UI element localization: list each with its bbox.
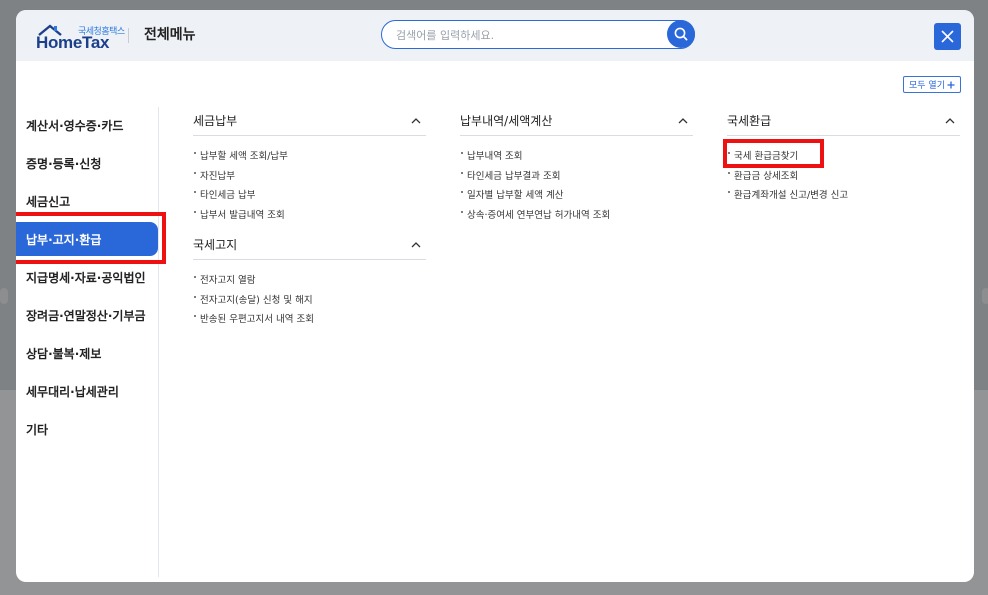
nav-item-consult-appeal-report[interactable]: 상담·불복·제보 bbox=[16, 334, 159, 372]
close-button[interactable] bbox=[934, 23, 961, 50]
highlight-nav-payment-notice-refund bbox=[16, 212, 166, 264]
menu-column-2: 납부내역/세액계산 납부내역 조회 타인세금 납부결과 조회 일자별 납부할 세… bbox=[460, 106, 693, 230]
chevron-up-icon bbox=[945, 117, 955, 123]
search-box bbox=[381, 20, 695, 49]
menu-link[interactable]: 전자고지 열람 bbox=[193, 272, 426, 292]
menu-link[interactable]: 상속·증여세 연부연납 허가내역 조회 bbox=[460, 207, 693, 227]
section-list: 납부할 세액 조회/납부 자진납부 타인세금 납부 납부서 발급내역 조회 bbox=[193, 136, 426, 230]
menu-link[interactable]: 일자별 납부할 세액 계산 bbox=[460, 187, 693, 207]
section-header-tax-notice[interactable]: 국세고지 bbox=[193, 230, 426, 260]
nav-item-etc[interactable]: 기타 bbox=[16, 410, 159, 448]
nav-item-certificate-registration[interactable]: 증명·등록·신청 bbox=[16, 144, 159, 182]
menu-link[interactable]: 타인세금 납부 bbox=[193, 187, 426, 207]
expand-all-button[interactable]: 모두 열기 bbox=[903, 76, 961, 93]
section-list: 납부내역 조회 타인세금 납부결과 조회 일자별 납부할 세액 계산 상속·증여… bbox=[460, 136, 693, 230]
all-menu-modal: 국세청홈택스 HomeTax 전체메뉴 모두 열기 계산 bbox=[16, 10, 974, 582]
left-nav-divider bbox=[158, 107, 159, 577]
section-header-tax-refund[interactable]: 국세환급 bbox=[727, 106, 960, 136]
section-title: 국세환급 bbox=[727, 114, 772, 128]
section-title: 납부내역/세액계산 bbox=[460, 114, 553, 128]
menu-link[interactable]: 납부할 세액 조회/납부 bbox=[193, 148, 426, 168]
nav-item-incentive-year-end[interactable]: 장려금·연말정산·기부금 bbox=[16, 296, 159, 334]
chevron-up-icon bbox=[411, 117, 421, 123]
menu-link[interactable]: 타인세금 납부결과 조회 bbox=[460, 168, 693, 188]
nav-item-tax-agent[interactable]: 세무대리·납세관리 bbox=[16, 372, 159, 410]
hometax-logo[interactable]: 국세청홈택스 HomeTax bbox=[36, 24, 128, 52]
menu-link[interactable]: 반송된 우편고지서 내역 조회 bbox=[193, 311, 426, 331]
section-title: 세금납부 bbox=[193, 114, 238, 128]
section-header-payment-history[interactable]: 납부내역/세액계산 bbox=[460, 106, 693, 136]
section-title: 국세고지 bbox=[193, 238, 238, 252]
carousel-prev-dot bbox=[0, 288, 8, 304]
page-title: 전체메뉴 bbox=[144, 27, 196, 43]
carousel-next-dot bbox=[982, 288, 988, 304]
logo-text: HomeTax bbox=[36, 33, 110, 52]
menu-link[interactable]: 환급계좌개설 신고/변경 신고 bbox=[727, 187, 960, 207]
menu-link[interactable]: 납부내역 조회 bbox=[460, 148, 693, 168]
search-input[interactable] bbox=[396, 26, 666, 44]
menu-link[interactable]: 납부서 발급내역 조회 bbox=[193, 207, 426, 227]
close-icon bbox=[941, 30, 954, 43]
menu-link[interactable]: 자진납부 bbox=[193, 168, 426, 188]
highlight-find-refund bbox=[723, 139, 824, 168]
header-divider bbox=[128, 28, 129, 43]
left-nav: 계산서·영수증·카드 증명·등록·신청 세금신고 납부·고지·환급 지급명세·자… bbox=[16, 106, 159, 448]
section-list: 전자고지 열람 전자고지(송달) 신청 및 해지 반송된 우편고지서 내역 조회 bbox=[193, 260, 426, 335]
menu-link[interactable]: 환급금 상세조회 bbox=[727, 168, 960, 188]
nav-item-invoice-receipt-card[interactable]: 계산서·영수증·카드 bbox=[16, 106, 159, 144]
menu-column-1: 세금납부 납부할 세액 조회/납부 자진납부 타인세금 납부 납부서 발급내역 … bbox=[193, 106, 426, 335]
section-header-tax-payment[interactable]: 세금납부 bbox=[193, 106, 426, 136]
chevron-up-icon bbox=[678, 117, 688, 123]
plus-icon bbox=[947, 81, 955, 88]
modal-header: 국세청홈택스 HomeTax 전체메뉴 bbox=[16, 10, 974, 61]
search-button[interactable] bbox=[667, 20, 695, 48]
expand-all-label: 모두 열기 bbox=[909, 81, 945, 91]
search-icon bbox=[674, 27, 688, 41]
chevron-up-icon bbox=[411, 241, 421, 247]
menu-link[interactable]: 전자고지(송달) 신청 및 해지 bbox=[193, 292, 426, 312]
